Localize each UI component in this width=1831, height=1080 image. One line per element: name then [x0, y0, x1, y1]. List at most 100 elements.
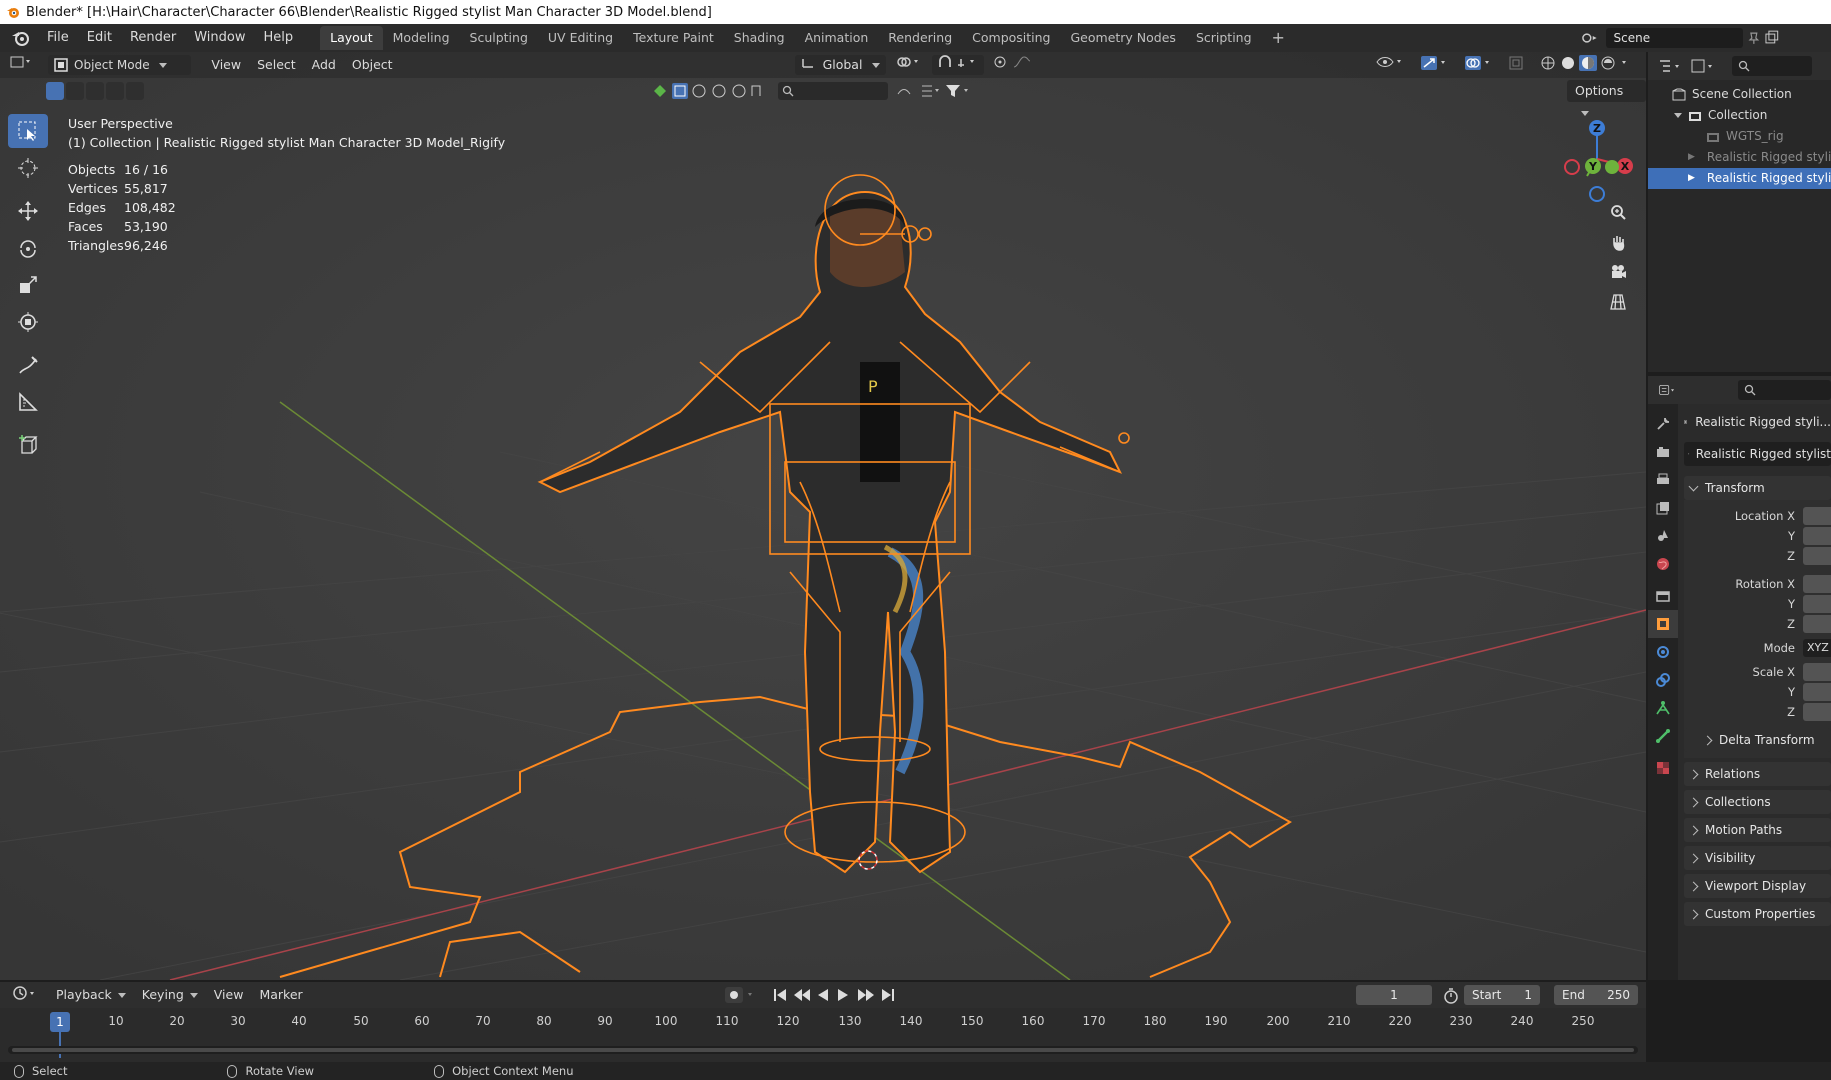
tab-rendering[interactable]: Rendering [878, 26, 962, 50]
tab-uv-editing[interactable]: UV Editing [538, 26, 623, 50]
tab-collection[interactable] [1648, 582, 1678, 610]
rotation-x-field[interactable] [1803, 575, 1831, 593]
plus-icon[interactable]: + [1262, 26, 1295, 50]
menu-playback[interactable]: Playback [50, 985, 132, 1005]
tab-world[interactable] [1648, 550, 1678, 578]
object-mode-dropdown[interactable]: Object Mode [48, 55, 192, 75]
tab-tool[interactable] [1648, 410, 1678, 438]
menu-timeline-view[interactable]: View [208, 985, 250, 1005]
transform-orientation-dropdown[interactable]: Global [794, 55, 887, 75]
object-datablock-field[interactable]: Realistic Rigged stylist [1684, 442, 1831, 466]
start-frame-field[interactable]: Start 1 [1464, 985, 1540, 1005]
tab-texture-paint[interactable]: Texture Paint [623, 26, 724, 50]
tab-scene[interactable] [1648, 522, 1678, 550]
tab-shading[interactable]: Shading [724, 26, 795, 50]
proportional-editing-icon[interactable] [988, 55, 1040, 75]
options-dropdown[interactable]: Options [1567, 80, 1646, 116]
timeline-editor-icon[interactable] [6, 985, 46, 1005]
outliner-search-input[interactable] [1732, 56, 1812, 76]
tab-modifiers[interactable] [1648, 638, 1678, 666]
scale-x-field[interactable] [1803, 663, 1831, 681]
timeline-scrollbar-thumb[interactable] [12, 1048, 1634, 1052]
viewport-display-panel[interactable]: Viewport Display [1684, 874, 1831, 898]
filter-funnel-icon[interactable] [896, 82, 976, 100]
pivot-icon[interactable] [890, 55, 928, 75]
pin-icon[interactable] [1747, 31, 1761, 45]
editor-type-icon[interactable] [4, 55, 40, 75]
measure-tool[interactable] [8, 385, 48, 419]
select-intersect-icon[interactable] [126, 82, 144, 100]
tab-render[interactable] [1648, 438, 1678, 466]
outliner-row-armature[interactable]: ▶ Realistic Rigged stylist [1648, 147, 1831, 168]
scale-z-field[interactable] [1803, 703, 1831, 721]
playhead-frame-indicator[interactable]: 1 [50, 1012, 70, 1032]
properties-search-input[interactable] [1737, 380, 1831, 400]
menu-add[interactable]: Add [306, 55, 342, 75]
select-extend-icon[interactable] [66, 82, 84, 100]
menu-edit[interactable]: Edit [78, 24, 121, 52]
timeline-ruler[interactable]: 1 10 20 30 40 50 60 70 80 90 100 110 120… [0, 1010, 1646, 1058]
tab-texture[interactable] [1648, 754, 1678, 782]
toggle-projection-button[interactable] [1604, 288, 1632, 316]
tab-object-data[interactable] [1648, 694, 1678, 722]
pan-button[interactable] [1604, 228, 1632, 256]
scale-y-field[interactable] [1803, 683, 1831, 701]
collections-panel[interactable]: Collections [1684, 790, 1831, 814]
scale-tool[interactable] [8, 268, 48, 302]
stopwatch-icon[interactable] [1442, 987, 1460, 1005]
scene-name-field[interactable]: Scene [1605, 28, 1743, 48]
tab-compositing[interactable]: Compositing [962, 26, 1060, 50]
display-mode-icon[interactable] [1690, 58, 1718, 74]
menu-window[interactable]: Window [185, 24, 254, 52]
overlays-toggle-icon[interactable] [1458, 55, 1498, 75]
tab-layout[interactable]: Layout [320, 26, 383, 50]
rotation-z-field[interactable] [1803, 615, 1831, 633]
select-box-tool[interactable] [8, 114, 48, 148]
custom-properties-panel[interactable]: Custom Properties [1684, 902, 1831, 926]
view-object-types-icon[interactable] [1370, 55, 1410, 75]
annotate-tool[interactable] [8, 348, 48, 382]
outliner-row-collection[interactable]: Collection [1648, 105, 1831, 126]
outliner-row-wgts-rig[interactable]: WGTS_rig [1648, 126, 1831, 147]
properties-editor-icon[interactable] [1658, 382, 1678, 398]
viewport-search-input[interactable] [778, 82, 888, 100]
end-frame-field[interactable]: End 250 [1554, 985, 1638, 1005]
transport-buttons[interactable] [772, 986, 902, 1004]
location-y-field[interactable] [1803, 527, 1831, 545]
delta-transform-panel[interactable]: Delta Transform [1684, 728, 1831, 752]
xray-toggle-icon[interactable] [1502, 55, 1530, 75]
outliner-editor-icon[interactable] [1658, 58, 1684, 74]
timeline-scrollbar[interactable] [8, 1046, 1638, 1054]
menu-keying[interactable]: Keying [136, 985, 204, 1005]
chevron-down-icon[interactable] [1674, 113, 1682, 118]
select-invert-icon[interactable] [106, 82, 124, 100]
menu-help[interactable]: Help [255, 24, 303, 52]
menu-file[interactable]: File [38, 24, 78, 52]
tab-sculpting[interactable]: Sculpting [460, 26, 538, 50]
current-frame-field[interactable]: 1 [1356, 985, 1432, 1005]
rotation-y-field[interactable] [1803, 595, 1831, 613]
tab-output[interactable] [1648, 466, 1678, 494]
location-x-field[interactable] [1803, 507, 1831, 525]
tab-scripting[interactable]: Scripting [1186, 26, 1262, 50]
add-cube-tool[interactable] [8, 428, 48, 462]
select-subtract-icon[interactable] [86, 82, 104, 100]
gizmo-toggle-icon[interactable] [1414, 55, 1454, 75]
tab-animation[interactable]: Animation [795, 26, 879, 50]
outliner-row-armature-selected[interactable]: ▶ Realistic Rigged stylist [1648, 168, 1831, 189]
cursor-tool[interactable] [8, 151, 48, 185]
tab-view-layer[interactable] [1648, 494, 1678, 522]
chevron-right-icon[interactable]: ▶ [1688, 168, 1695, 189]
menu-object[interactable]: Object [346, 55, 399, 75]
relations-panel[interactable]: Relations [1684, 762, 1831, 786]
blender-menu-icon[interactable] [10, 27, 32, 49]
select-new-icon[interactable] [46, 82, 64, 100]
3d-viewport[interactable]: P Object Mode View Select Add Object Glo… [0, 52, 1646, 980]
scene-icon[interactable] [1580, 29, 1602, 47]
menu-select[interactable]: Select [251, 55, 302, 75]
tab-geometry-nodes[interactable]: Geometry Nodes [1061, 26, 1186, 50]
tab-bone[interactable] [1648, 722, 1678, 750]
outliner-row-scene-collection[interactable]: Scene Collection [1648, 84, 1831, 105]
transform-panel-header[interactable]: Transform [1684, 476, 1831, 500]
tab-modeling[interactable]: Modeling [383, 26, 460, 50]
